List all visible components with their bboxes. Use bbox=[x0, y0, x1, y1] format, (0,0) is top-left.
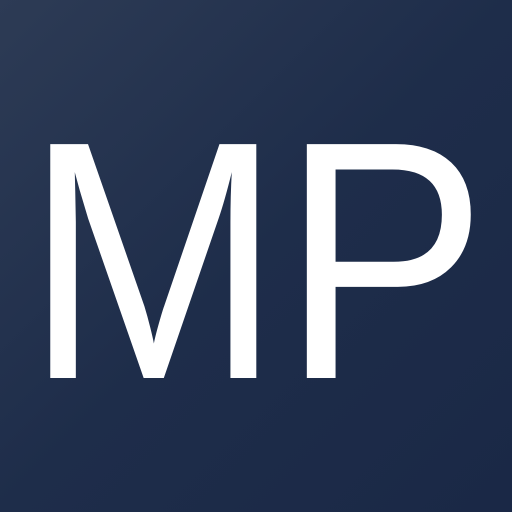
logo-tile: MP bbox=[0, 0, 512, 512]
monogram-logo: MP bbox=[25, 71, 487, 451]
monogram-text: MP bbox=[25, 71, 487, 451]
